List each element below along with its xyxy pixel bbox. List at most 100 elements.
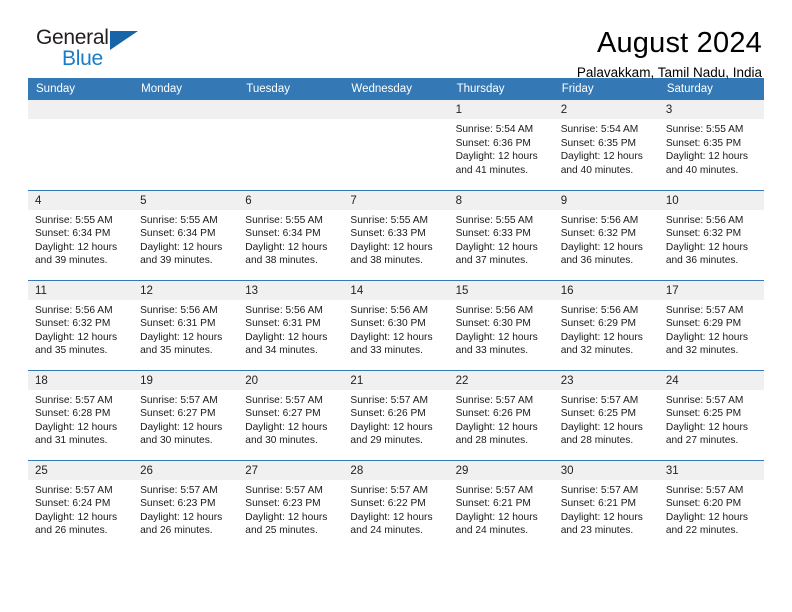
day-sun-details: Sunrise: 5:56 AM Sunset: 6:32 PM Dayligh… [35,304,118,357]
weekday-header-thursday: Thursday [448,78,554,100]
day-number [343,100,449,119]
day-sun-details: Sunrise: 5:57 AM Sunset: 6:25 PM Dayligh… [665,394,748,447]
calendar-day-cell[interactable]: 3 Sunrise: 5:55 AM Sunset: 6:35 PM Daylig… [658,100,764,190]
calendar-day-cell[interactable]: 9 Sunrise: 5:56 AM Sunset: 6:32 PM Daylig… [553,189,659,280]
calendar-day-cell[interactable]: 7 Sunrise: 5:55 AM Sunset: 6:33 PM Daylig… [343,189,449,280]
day-sun-details: Sunrise: 5:57 AM Sunset: 6:29 PM Dayligh… [665,304,748,357]
day-cell-inner: 9 Sunrise: 5:56 AM Sunset: 6:32 PM Daylig… [553,190,659,280]
calendar-day-cell[interactable]: 1 Sunrise: 5:54 AM Sunset: 6:36 PM Daylig… [448,100,554,190]
day-cell-inner: 11 Sunrise: 5:56 AM Sunset: 6:32 PM Dayli… [28,280,134,370]
calendar-day-cell[interactable]: 8 Sunrise: 5:55 AM Sunset: 6:33 PM Daylig… [448,189,554,280]
calendar-day-cell[interactable]: 5 Sunrise: 5:55 AM Sunset: 6:34 PM Daylig… [133,189,239,280]
day-sun-details: Sunrise: 5:56 AM Sunset: 6:32 PM Dayligh… [665,214,748,267]
calendar-week-row: 11 Sunrise: 5:56 AM Sunset: 6:32 PM Dayli… [28,279,764,370]
day-sun-details: Sunrise: 5:57 AM Sunset: 6:22 PM Dayligh… [350,484,433,537]
day-sun-details: Sunrise: 5:55 AM Sunset: 6:34 PM Dayligh… [35,214,118,267]
weekday-header-wednesday: Wednesday [343,78,449,100]
calendar-day-cell[interactable]: 11 Sunrise: 5:56 AM Sunset: 6:32 PM Dayli… [28,279,134,370]
day-number: 26 [133,460,239,480]
calendar-day-cell[interactable]: 20 Sunrise: 5:57 AM Sunset: 6:27 PM Dayli… [238,369,344,460]
calendar-day-cell[interactable]: 13 Sunrise: 5:56 AM Sunset: 6:31 PM Dayli… [238,279,344,370]
day-sun-details: Sunrise: 5:57 AM Sunset: 6:27 PM Dayligh… [245,394,328,447]
day-number: 10 [658,190,764,210]
day-number: 5 [133,190,239,210]
calendar-day-cell[interactable]: 10 Sunrise: 5:56 AM Sunset: 6:32 PM Dayli… [658,189,764,280]
day-sun-details: Sunrise: 5:55 AM Sunset: 6:35 PM Dayligh… [665,124,748,176]
day-cell-inner: 17 Sunrise: 5:57 AM Sunset: 6:29 PM Dayli… [658,280,764,370]
day-cell-inner: 31 Sunrise: 5:57 AM Sunset: 6:20 PM Dayli… [658,460,764,551]
day-cell-inner: 5 Sunrise: 5:55 AM Sunset: 6:34 PM Daylig… [133,190,239,280]
calendar-day-cell[interactable]: 16 Sunrise: 5:56 AM Sunset: 6:29 PM Dayli… [553,279,659,370]
day-sun-details [28,119,133,123]
day-cell-inner [343,100,449,190]
day-cell-inner [133,100,239,190]
day-cell-inner: 14 Sunrise: 5:56 AM Sunset: 6:30 PM Dayli… [343,280,449,370]
page-title: August 2024 [596,27,762,59]
day-number: 9 [553,190,659,210]
calendar-week-row: 1 Sunrise: 5:54 AM Sunset: 6:36 PM Daylig… [28,100,764,190]
day-number: 3 [658,100,764,119]
calendar-day-cell[interactable]: 27 Sunrise: 5:57 AM Sunset: 6:23 PM Dayli… [238,459,344,550]
calendar-day-cell[interactable]: 17 Sunrise: 5:57 AM Sunset: 6:29 PM Dayli… [658,279,764,370]
day-number: 23 [553,370,659,390]
calendar-day-cell[interactable]: 15 Sunrise: 5:56 AM Sunset: 6:30 PM Dayli… [448,279,554,370]
day-cell-inner: 10 Sunrise: 5:56 AM Sunset: 6:32 PM Dayli… [658,190,764,280]
calendar-day-cell[interactable]: 29 Sunrise: 5:57 AM Sunset: 6:21 PM Dayli… [448,459,554,551]
calendar-day-cell[interactable]: 14 Sunrise: 5:56 AM Sunset: 6:30 PM Dayli… [343,279,449,370]
day-sun-details: Sunrise: 5:57 AM Sunset: 6:21 PM Dayligh… [560,484,643,537]
calendar-day-cell[interactable]: 28 Sunrise: 5:57 AM Sunset: 6:22 PM Dayli… [343,459,449,550]
day-number: 24 [658,370,764,390]
general-blue-logo[interactable]: General Blue [28,26,148,74]
calendar-day-cell[interactable]: 25 Sunrise: 5:57 AM Sunset: 6:24 PM Dayli… [28,459,134,550]
day-sun-details: Sunrise: 5:57 AM Sunset: 6:27 PM Dayligh… [140,394,223,447]
day-number: 28 [343,460,449,480]
day-number: 6 [238,190,344,210]
day-sun-details: Sunrise: 5:55 AM Sunset: 6:34 PM Dayligh… [245,214,328,267]
day-sun-details: Sunrise: 5:54 AM Sunset: 6:36 PM Dayligh… [455,124,538,176]
day-sun-details: Sunrise: 5:57 AM Sunset: 6:20 PM Dayligh… [665,484,748,537]
day-cell-inner: 12 Sunrise: 5:56 AM Sunset: 6:31 PM Dayli… [133,280,239,370]
calendar-day-cell[interactable]: 26 Sunrise: 5:57 AM Sunset: 6:23 PM Dayli… [133,459,239,550]
calendar-day-cell[interactable]: 12 Sunrise: 5:56 AM Sunset: 6:31 PM Dayli… [133,279,239,370]
calendar-day-cell[interactable]: 6 Sunrise: 5:55 AM Sunset: 6:34 PM Daylig… [238,189,344,280]
calendar-day-cell[interactable]: 22 Sunrise: 5:57 AM Sunset: 6:26 PM Dayli… [448,369,554,460]
day-sun-details: Sunrise: 5:56 AM Sunset: 6:31 PM Dayligh… [245,304,328,357]
day-cell-inner: 29 Sunrise: 5:57 AM Sunset: 6:21 PM Dayli… [448,460,554,551]
page-header: General Blue August 2024 Palavakkam, Tam… [28,0,764,80]
calendar-empty-cell [133,100,239,190]
day-number: 4 [28,190,134,210]
calendar-day-cell[interactable]: 21 Sunrise: 5:57 AM Sunset: 6:26 PM Dayli… [343,369,449,460]
day-sun-details: Sunrise: 5:57 AM Sunset: 6:26 PM Dayligh… [350,394,433,447]
day-number: 19 [133,370,239,390]
calendar-day-cell[interactable]: 4 Sunrise: 5:55 AM Sunset: 6:34 PM Daylig… [28,189,134,280]
day-sun-details: Sunrise: 5:56 AM Sunset: 6:29 PM Dayligh… [560,304,643,357]
day-number: 29 [448,460,554,480]
calendar-day-cell[interactable]: 18 Sunrise: 5:57 AM Sunset: 6:28 PM Dayli… [28,369,134,460]
day-sun-details: Sunrise: 5:57 AM Sunset: 6:21 PM Dayligh… [455,484,538,537]
day-sun-details [238,119,343,123]
day-sun-details: Sunrise: 5:57 AM Sunset: 6:25 PM Dayligh… [560,394,643,447]
day-cell-inner: 24 Sunrise: 5:57 AM Sunset: 6:25 PM Dayli… [658,370,764,460]
day-cell-inner: 20 Sunrise: 5:57 AM Sunset: 6:27 PM Dayli… [238,370,344,460]
calendar-day-cell[interactable]: 2 Sunrise: 5:54 AM Sunset: 6:35 PM Daylig… [553,100,659,190]
day-number: 25 [28,460,134,480]
sunrise-sunset-calendar: Sunday Monday Tuesday Wednesday Thursday… [28,78,764,550]
calendar-week-row: 25 Sunrise: 5:57 AM Sunset: 6:24 PM Dayli… [28,459,764,551]
calendar-day-cell[interactable]: 19 Sunrise: 5:57 AM Sunset: 6:27 PM Dayli… [133,369,239,460]
day-sun-details [133,119,238,123]
calendar-day-cell[interactable]: 23 Sunrise: 5:57 AM Sunset: 6:25 PM Dayli… [553,369,659,460]
day-cell-inner: 1 Sunrise: 5:54 AM Sunset: 6:36 PM Daylig… [448,100,554,190]
day-cell-inner: 13 Sunrise: 5:56 AM Sunset: 6:31 PM Dayli… [238,280,344,370]
calendar-day-cell[interactable]: 24 Sunrise: 5:57 AM Sunset: 6:25 PM Dayli… [658,369,764,460]
day-cell-inner: 7 Sunrise: 5:55 AM Sunset: 6:33 PM Daylig… [343,190,449,280]
day-sun-details: Sunrise: 5:57 AM Sunset: 6:26 PM Dayligh… [455,394,538,447]
day-cell-inner [238,100,344,190]
day-sun-details: Sunrise: 5:56 AM Sunset: 6:30 PM Dayligh… [350,304,433,357]
day-number: 31 [658,460,764,480]
day-number: 7 [343,190,449,210]
calendar-day-cell[interactable]: 31 Sunrise: 5:57 AM Sunset: 6:20 PM Dayli… [658,459,764,551]
day-number: 14 [343,280,449,300]
day-number: 12 [133,280,239,300]
day-cell-inner [28,100,134,190]
calendar-day-cell[interactable]: 30 Sunrise: 5:57 AM Sunset: 6:21 PM Dayli… [553,459,659,550]
